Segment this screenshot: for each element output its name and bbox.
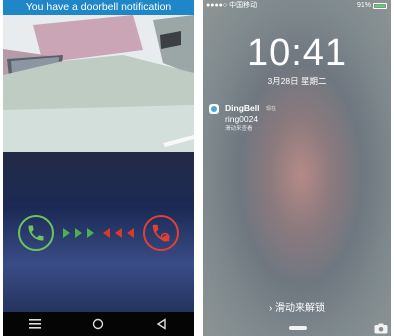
notification-app-name: DingBell	[225, 103, 260, 113]
decline-call-button[interactable]	[143, 215, 179, 251]
home-circle-icon	[93, 318, 104, 330]
notification-message: ring0024	[225, 114, 259, 124]
camera-feed-image	[3, 15, 194, 152]
phone-decline-icon	[152, 224, 170, 242]
android-phone-screen: You have a doorbell notification	[3, 0, 194, 336]
answer-call-button[interactable]	[18, 215, 54, 251]
dingbell-notification[interactable]: DingBell 现在 ring0024 滑动来查看	[203, 100, 391, 140]
doorbell-notification-banner[interactable]: You have a doorbell notification	[3, 0, 194, 15]
lock-screen-time: 10:41	[246, 32, 348, 74]
ios-status-bar: ●●●●○ 中国移动 91%	[203, 0, 391, 12]
back-button[interactable]	[152, 314, 172, 334]
slide-to-unlock[interactable]: › 滑动来解锁	[203, 302, 391, 316]
back-triangle-icon	[156, 318, 166, 330]
menu-icon	[28, 319, 41, 329]
battery-percentage: 91%	[356, 2, 371, 9]
swipe-arrow-left-2	[115, 228, 122, 238]
dingbell-app-icon	[209, 104, 219, 114]
swipe-arrow-right-1	[63, 228, 70, 238]
phone-answer-icon	[28, 225, 44, 241]
android-navigation-bar	[3, 312, 194, 336]
notification-action-hint: 滑动来查看	[225, 126, 253, 132]
carrier-signal: ●●●●○ 中国移动	[206, 2, 258, 9]
doorbell-camera-feed	[3, 15, 194, 152]
menu-button[interactable]	[25, 314, 45, 334]
home-button[interactable]	[88, 314, 108, 334]
call-action-panel	[3, 152, 194, 312]
swipe-arrow-left-1	[103, 228, 110, 238]
ios-lock-screen: ●●●●○ 中国移动 91% 10:41 3月28日 星期二 DingBell …	[203, 0, 391, 336]
swipe-arrow-right-3	[87, 228, 94, 238]
swipe-arrow-left-3	[127, 228, 134, 238]
lock-screen-date: 3月28日 星期二	[267, 76, 327, 86]
notification-time: 现在	[266, 106, 277, 112]
swipe-arrow-right-2	[75, 228, 82, 238]
home-indicator[interactable]	[289, 326, 307, 330]
battery-icon	[373, 3, 387, 9]
camera-shortcut-button[interactable]	[374, 321, 388, 334]
camera-icon	[374, 323, 388, 334]
